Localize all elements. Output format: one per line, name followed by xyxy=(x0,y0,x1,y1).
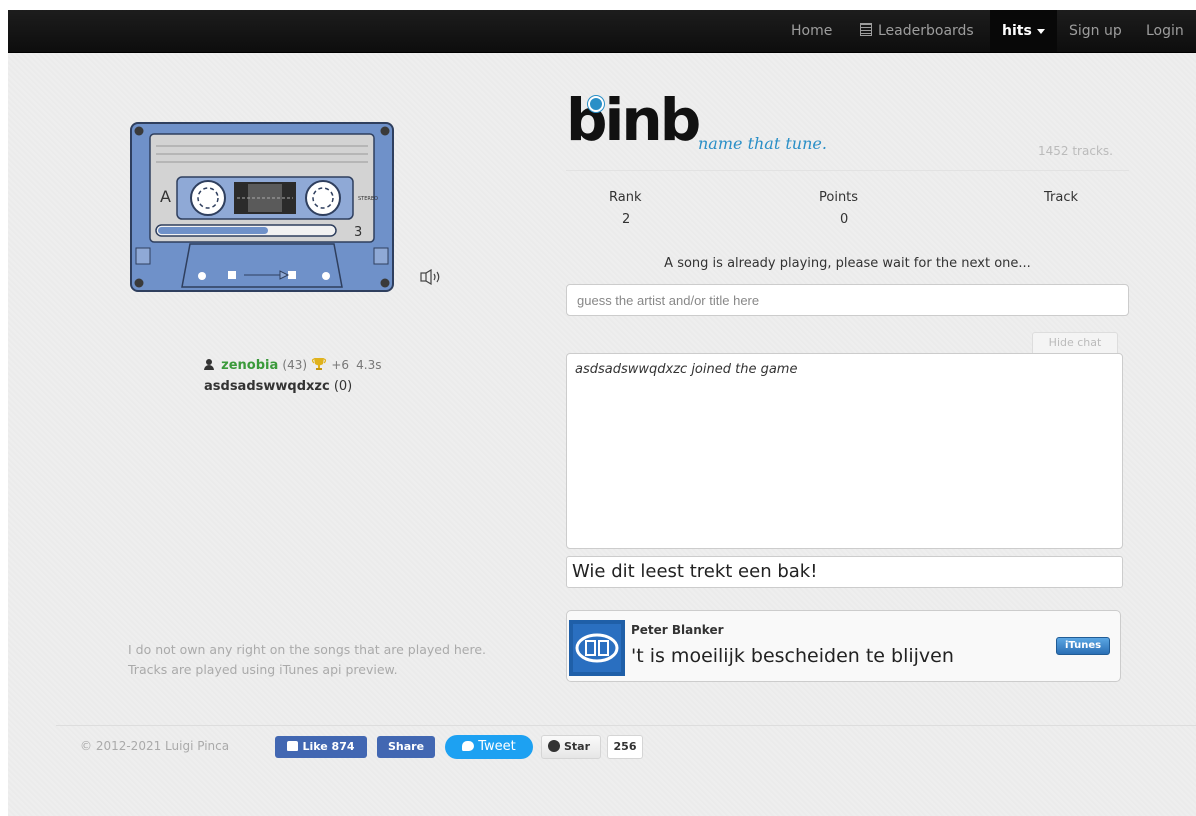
trophy-icon xyxy=(311,357,327,371)
user-time: 4.3s xyxy=(356,358,382,372)
star-label: Star xyxy=(564,740,591,753)
like-label: Like 874 xyxy=(302,740,355,753)
rank-label: Rank xyxy=(609,190,642,205)
chat-message: asdsadswwqdxzc joined the game xyxy=(575,362,798,377)
github-icon xyxy=(548,740,560,752)
disclaimer-line: I do not own any right on the songs that… xyxy=(128,642,487,657)
user-points: (0) xyxy=(333,379,353,394)
hide-chat-button[interactable]: Hide chat xyxy=(1032,332,1118,353)
divider xyxy=(566,170,1129,171)
twitter-bird-icon xyxy=(462,741,475,751)
album-artwork xyxy=(569,620,625,676)
chat-input[interactable]: Wie dit leest trekt een bak! xyxy=(566,556,1123,588)
nav-home[interactable]: Home xyxy=(791,10,832,52)
chat-input-value: Wie dit leest trekt een bak! xyxy=(572,561,818,582)
itunes-button[interactable]: iTunes xyxy=(1056,637,1110,655)
user-icon xyxy=(204,359,214,370)
list-icon xyxy=(860,23,872,36)
github-star-button[interactable]: Star xyxy=(541,735,601,759)
app-root: Home Leaderboards hits Sign up Login A S… xyxy=(8,10,1196,816)
chat-messages[interactable]: asdsadswwqdxzc joined the game xyxy=(566,353,1123,549)
disclaimer: I do not own any right on the songs that… xyxy=(128,640,486,680)
facebook-like-button[interactable]: Like 874 xyxy=(275,736,367,758)
user-name: zenobia xyxy=(221,358,279,373)
user-name: asdsadswwqdxzc xyxy=(204,379,330,394)
nav-login[interactable]: Login xyxy=(1146,10,1184,52)
user-points: (43) xyxy=(282,358,308,372)
cassette-number: 3 xyxy=(354,225,362,240)
nav-leaderboards[interactable]: Leaderboards xyxy=(860,10,974,52)
user-list-item: zenobia (43) +6 4.3s xyxy=(204,357,382,373)
cassette-side-label: A xyxy=(160,187,171,206)
disclaimer-line: Tracks are played using iTunes api previ… xyxy=(128,662,398,677)
points-value: 0 xyxy=(840,212,849,227)
top-navbar: Home Leaderboards hits Sign up Login xyxy=(8,10,1196,53)
cassette-illustration: A STEREO 3 xyxy=(130,122,394,292)
guess-input[interactable] xyxy=(566,284,1129,316)
nav-leaderboards-label: Leaderboards xyxy=(878,23,974,39)
facebook-share-button[interactable]: Share xyxy=(377,736,435,758)
user-list-item: asdsadswwqdxzc (0) xyxy=(204,379,352,394)
nav-room-dropdown[interactable]: hits xyxy=(990,10,1057,52)
track-label: Track xyxy=(1044,190,1079,205)
tweet-button[interactable]: Tweet xyxy=(445,735,533,759)
logo-dot xyxy=(588,96,604,112)
track-artist: Peter Blanker xyxy=(631,623,724,637)
points-label: Points xyxy=(819,190,859,205)
user-gain: +6 xyxy=(331,358,350,372)
tweet-label: Tweet xyxy=(478,739,516,754)
cassette-stereo-label: STEREO xyxy=(358,196,378,202)
footer-divider xyxy=(56,725,1196,726)
nav-room-label: hits xyxy=(1002,23,1032,39)
track-count: 1452 tracks. xyxy=(1038,144,1113,158)
thumbs-up-icon xyxy=(287,741,299,751)
rank-value: 2 xyxy=(622,212,631,227)
caret-down-icon xyxy=(1036,28,1045,34)
status-message: A song is already playing, please wait f… xyxy=(664,256,1031,271)
previous-track-card: Peter Blanker 't is moeilijk bescheiden … xyxy=(566,610,1121,682)
copyright: © 2012-2021 Luigi Pinca xyxy=(80,739,230,753)
github-star-count[interactable]: 256 xyxy=(607,735,643,759)
logo-tagline: name that tune. xyxy=(698,134,827,153)
binb-logo: binb xyxy=(566,86,701,154)
track-title: 't is moeilijk bescheiden te blijven xyxy=(631,645,954,667)
nav-signup[interactable]: Sign up xyxy=(1069,10,1122,52)
volume-icon[interactable] xyxy=(420,269,442,285)
